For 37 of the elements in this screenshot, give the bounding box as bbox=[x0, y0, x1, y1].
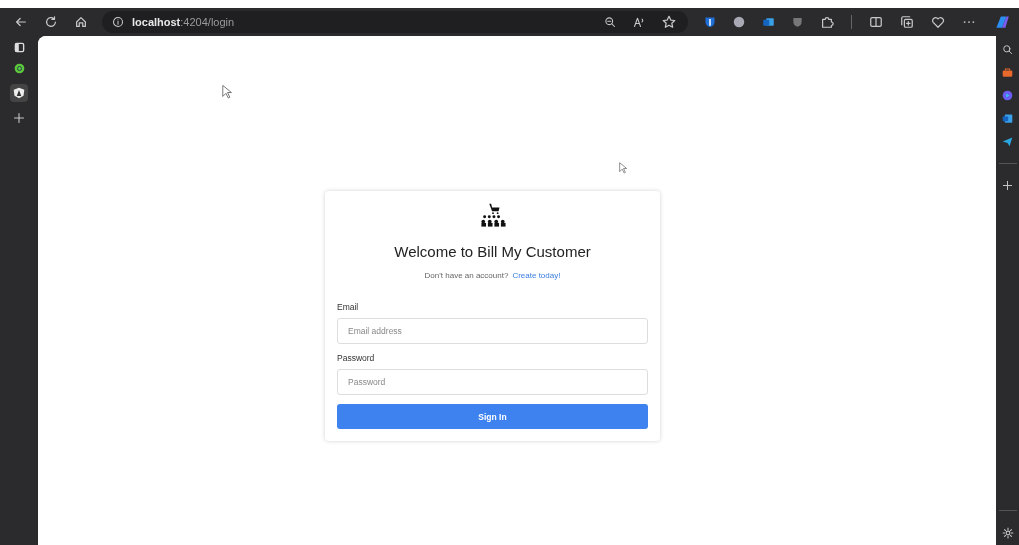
email-field[interactable]: Email address bbox=[337, 318, 648, 344]
read-aloud-icon[interactable] bbox=[632, 16, 646, 28]
circle-icon[interactable] bbox=[733, 16, 745, 28]
sign-in-button[interactable]: Sign In bbox=[337, 404, 648, 429]
cursor-icon bbox=[222, 84, 233, 101]
zoom-out-icon[interactable] bbox=[604, 16, 616, 28]
star-icon[interactable] bbox=[662, 15, 676, 29]
send-icon[interactable] bbox=[1002, 136, 1013, 147]
split-screen-icon[interactable] bbox=[869, 15, 883, 29]
back-icon[interactable] bbox=[14, 15, 28, 29]
shield-icon[interactable] bbox=[704, 16, 716, 28]
puzzle-icon[interactable] bbox=[820, 15, 834, 29]
password-field[interactable]: Password bbox=[337, 369, 648, 395]
search-icon[interactable] bbox=[1002, 44, 1013, 55]
reload-icon[interactable] bbox=[44, 15, 58, 29]
add-icon[interactable] bbox=[13, 112, 25, 124]
cursor-icon bbox=[619, 162, 628, 175]
welcome-title: Welcome to Bill My Customer bbox=[393, 243, 592, 260]
shield-icon[interactable] bbox=[13, 87, 25, 99]
signup-prompt: Don't have an account? bbox=[424, 271, 509, 280]
add-icon[interactable] bbox=[1002, 180, 1013, 191]
field-label: Email bbox=[337, 302, 359, 312]
collections-icon[interactable] bbox=[900, 15, 914, 29]
circle-icon[interactable] bbox=[1002, 90, 1013, 101]
info-icon[interactable] bbox=[112, 16, 124, 28]
heart-icon[interactable] bbox=[931, 15, 945, 29]
settings-icon[interactable] bbox=[1001, 527, 1014, 539]
field-label: Password bbox=[337, 353, 375, 363]
tabs-icon[interactable] bbox=[13, 42, 25, 53]
address-url[interactable]: localhost:4204/login bbox=[132, 16, 235, 28]
briefcase-icon[interactable] bbox=[1002, 67, 1013, 78]
mail-icon[interactable] bbox=[762, 16, 775, 28]
create-account-link[interactable]: Create today! bbox=[512, 271, 561, 280]
home-icon[interactable] bbox=[74, 15, 88, 29]
copilot-icon[interactable] bbox=[993, 13, 1011, 31]
cart-group-icon bbox=[479, 202, 506, 228]
mail-icon[interactable] bbox=[1002, 113, 1013, 124]
